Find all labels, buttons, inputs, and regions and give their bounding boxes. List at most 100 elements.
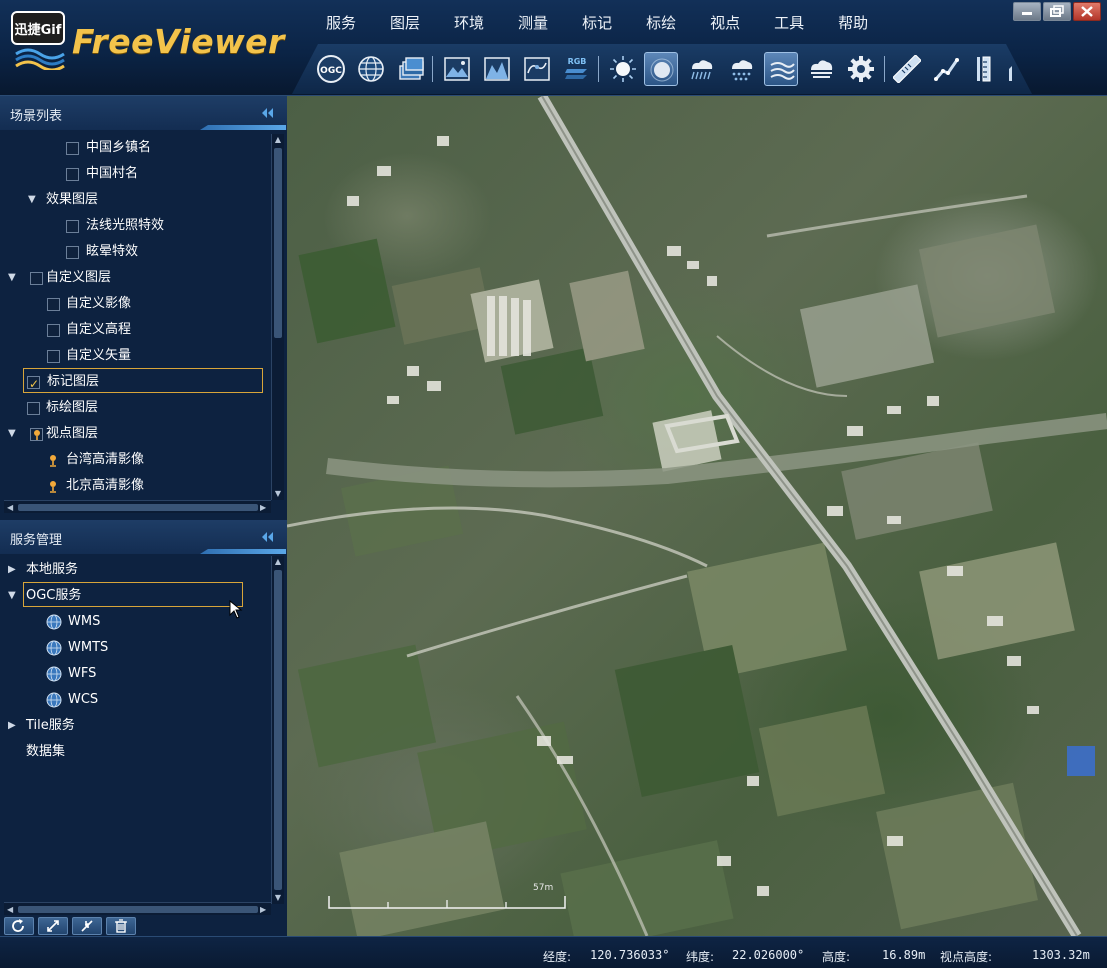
image-layer-button[interactable] <box>440 52 474 86</box>
collapse-button[interactable] <box>72 917 102 935</box>
menu-measure[interactable]: 测量 <box>501 8 565 38</box>
tree-group[interactable]: ▶ 本地服务 <box>8 558 78 582</box>
checkbox[interactable] <box>66 246 79 259</box>
service-vertical-scrollbar[interactable]: ▲ ▼ <box>271 556 284 904</box>
expand-arrow-icon[interactable]: ▼ <box>8 584 20 608</box>
checkbox[interactable] <box>47 298 60 311</box>
expand-arrow-icon[interactable]: ▼ <box>8 266 20 290</box>
scroll-thumb[interactable] <box>18 906 258 913</box>
settings-button[interactable] <box>844 52 878 86</box>
menu-environment[interactable]: 环境 <box>437 8 501 38</box>
tree-item[interactable]: 自定义影像 <box>47 292 131 316</box>
tree-item[interactable]: WFS <box>46 662 96 686</box>
viewpoint-pin-icon <box>34 430 40 440</box>
scroll-down-icon[interactable]: ▼ <box>274 490 282 498</box>
service-horizontal-scrollbar[interactable]: ◀ ▶ <box>4 902 271 915</box>
delete-button[interactable] <box>106 917 136 935</box>
menu-service[interactable]: 服务 <box>310 8 373 38</box>
scroll-thumb[interactable] <box>274 148 282 338</box>
checkbox[interactable] <box>47 324 60 337</box>
checkbox[interactable] <box>27 402 40 415</box>
ruler-button[interactable] <box>890 52 924 86</box>
sun-button[interactable] <box>606 52 640 86</box>
tree-item-label: WCS <box>68 692 99 707</box>
checkbox[interactable] <box>30 272 43 285</box>
refresh-button[interactable] <box>4 917 34 935</box>
scroll-up-icon[interactable]: ▲ <box>274 558 282 566</box>
checkbox[interactable] <box>66 220 79 233</box>
tree-group[interactable]: ▼ 自定义图层 <box>8 266 111 290</box>
menu-tools[interactable]: 工具 <box>757 8 821 38</box>
scroll-down-icon[interactable]: ▼ <box>274 894 282 902</box>
ogc-button[interactable]: OGC <box>314 52 348 86</box>
height-measure-button[interactable] <box>970 52 1004 86</box>
longitude-label: 经度: <box>543 950 572 964</box>
menu-plot[interactable]: 标绘 <box>629 8 693 38</box>
tree-item[interactable]: WCS <box>46 688 98 712</box>
globe-button[interactable] <box>354 52 388 86</box>
scene-horizontal-scrollbar[interactable]: ◀ ▶ <box>4 500 271 513</box>
tree-item[interactable]: 数据集 <box>26 740 65 764</box>
menu-help[interactable]: 帮助 <box>821 8 885 38</box>
menu-layer[interactable]: 图层 <box>373 8 437 38</box>
scroll-left-icon[interactable]: ◀ <box>7 503 15 512</box>
scroll-thumb[interactable] <box>274 570 282 890</box>
tree-item[interactable]: WMTS <box>46 636 108 660</box>
tree-item[interactable]: 自定义高程 <box>47 318 131 342</box>
tree-item[interactable]: 中国村名 <box>66 162 138 186</box>
map-viewport[interactable]: 57m <box>287 96 1107 936</box>
tree-item[interactable]: 北京高清影像 <box>48 474 144 498</box>
collapsed-arrow-icon[interactable]: ▶ <box>8 558 20 582</box>
scroll-left-icon[interactable]: ◀ <box>7 905 15 914</box>
more-tools-button[interactable] <box>1004 52 1018 86</box>
longitude-value: 120.736033° <box>590 948 670 962</box>
scroll-right-icon[interactable]: ▶ <box>260 503 268 512</box>
expand-arrow-icon[interactable]: ▼ <box>8 422 20 446</box>
tree-item[interactable]: 眩晕特效 <box>66 240 138 264</box>
expand-button[interactable] <box>38 917 68 935</box>
rgb-button[interactable]: RGB <box>560 52 594 86</box>
tree-group[interactable]: ▶ Tile服务 <box>8 714 75 738</box>
scale-label: 57m <box>533 883 553 893</box>
terrain-button[interactable] <box>480 52 514 86</box>
cloud-button[interactable] <box>804 52 838 86</box>
delete-icon <box>115 919 127 933</box>
tree-item[interactable]: 台湾高清影像 <box>48 448 144 472</box>
tree-item-label: 标记图层 <box>47 374 100 389</box>
checkbox-checked[interactable] <box>27 372 40 396</box>
minimize-button[interactable] <box>1013 2 1041 21</box>
tree-item-selected[interactable]: 标记图层 <box>27 370 100 396</box>
fog-button[interactable] <box>764 52 798 86</box>
path-measure-button[interactable] <box>930 52 964 86</box>
tree-group[interactable]: ▼ 效果图层 <box>28 188 98 212</box>
menu-mark[interactable]: 标记 <box>565 8 629 38</box>
restore-button[interactable] <box>1043 2 1071 21</box>
tree-item[interactable]: 自定义矢量 <box>47 344 131 368</box>
scroll-thumb[interactable] <box>18 504 258 511</box>
close-button[interactable] <box>1073 2 1101 21</box>
atmosphere-button[interactable] <box>644 52 678 86</box>
tree-item[interactable]: 中国乡镇名 <box>66 136 151 160</box>
vector-button[interactable] <box>520 52 554 86</box>
scene-vertical-scrollbar[interactable]: ▲ ▼ <box>271 134 284 500</box>
collapse-panel-icon[interactable] <box>260 531 274 543</box>
tree-item[interactable]: 法线光照特效 <box>66 214 164 238</box>
rain-button[interactable] <box>684 52 718 86</box>
collapsed-arrow-icon[interactable]: ▶ <box>8 714 20 738</box>
tree-item[interactable]: 标绘图层 <box>27 396 98 420</box>
checkbox[interactable] <box>66 168 79 181</box>
tree-group-selected[interactable]: ▼ OGC服务 <box>8 584 81 608</box>
scroll-right-icon[interactable]: ▶ <box>260 905 268 914</box>
scroll-up-icon[interactable]: ▲ <box>274 136 282 144</box>
minimize-icon <box>1022 12 1032 15</box>
tree-group[interactable]: ▼ 视点图层 <box>8 422 98 446</box>
checkbox[interactable] <box>47 350 60 363</box>
checkbox[interactable] <box>66 142 79 155</box>
collapse-panel-icon[interactable] <box>260 107 274 119</box>
snow-button[interactable] <box>724 52 758 86</box>
tree-item[interactable]: WMS <box>46 610 100 634</box>
ogc-icon: OGC <box>317 55 345 83</box>
menu-viewpoint[interactable]: 视点 <box>693 8 757 38</box>
layers-button[interactable] <box>394 52 428 86</box>
expand-arrow-icon[interactable]: ▼ <box>28 188 40 212</box>
